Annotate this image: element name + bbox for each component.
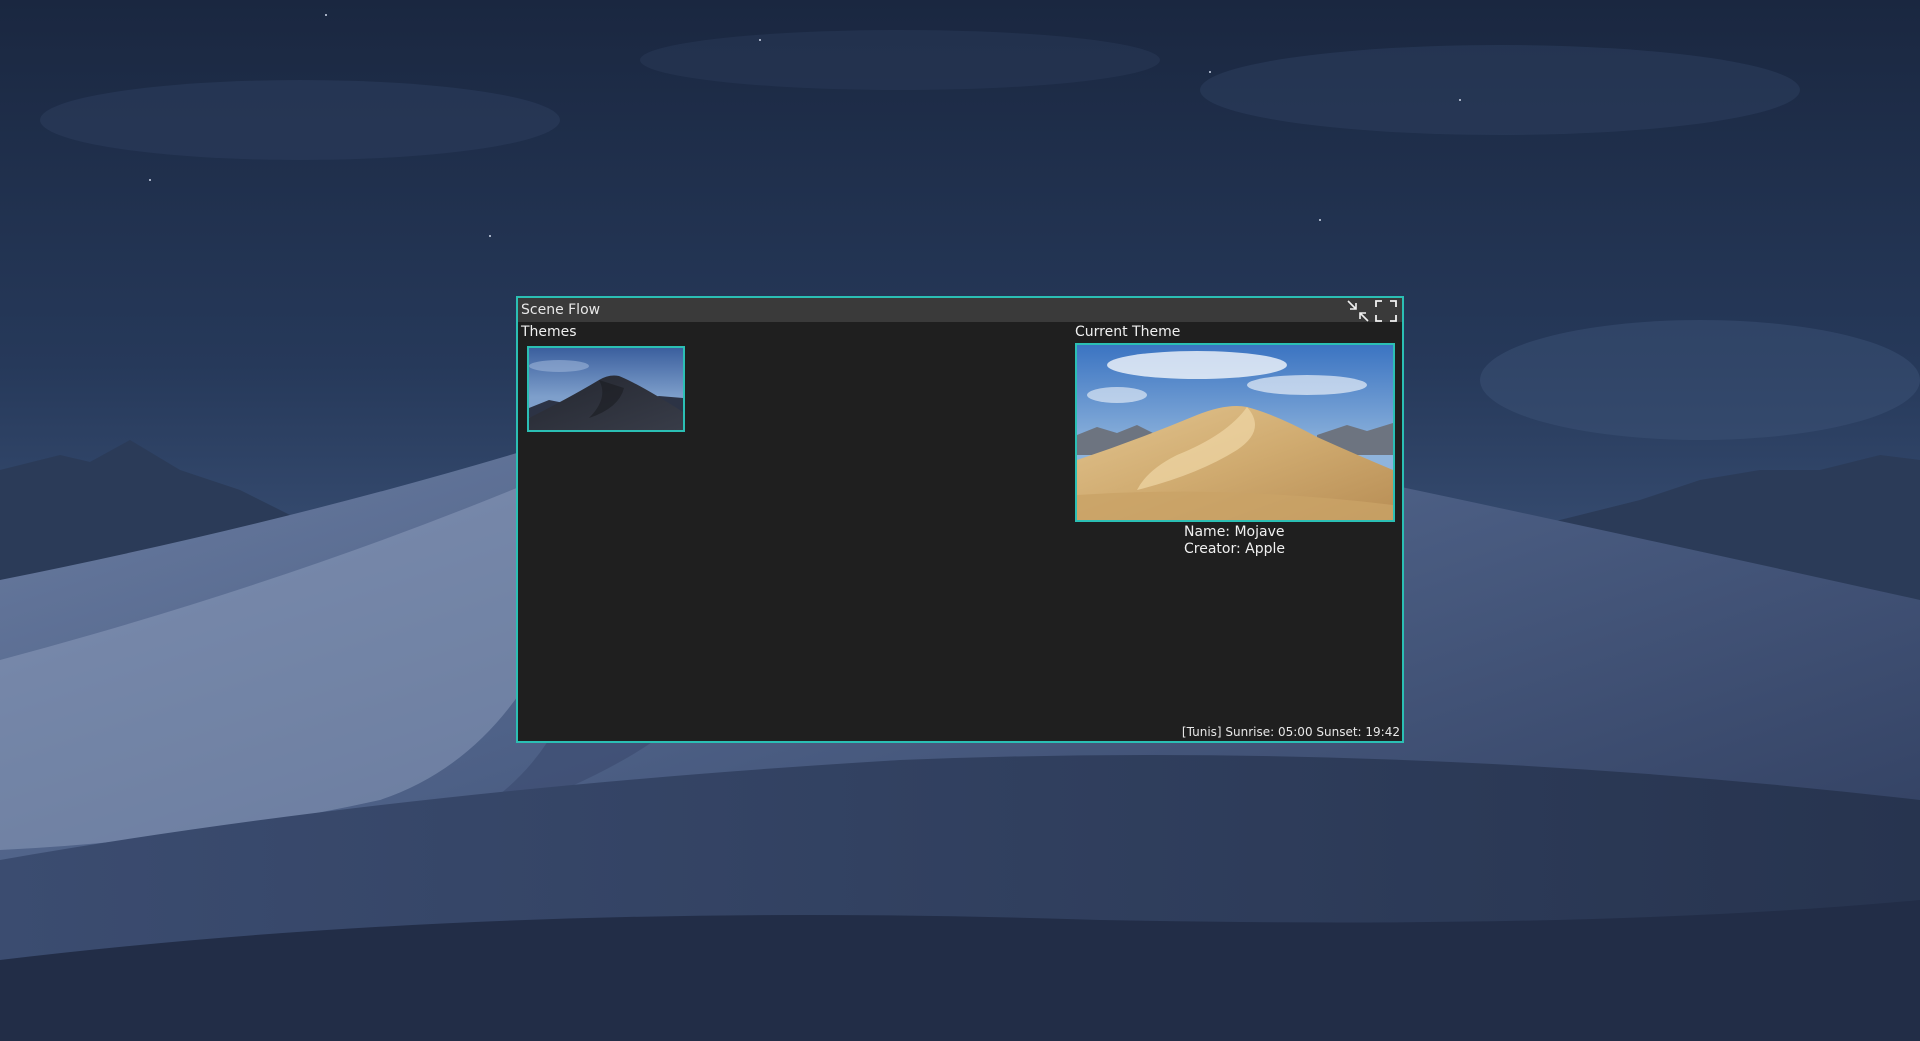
- title-bar[interactable]: Scene Flow: [518, 298, 1402, 322]
- fullscreen-icon: [1375, 300, 1397, 322]
- theme-name: Name: Mojave: [1184, 524, 1285, 540]
- collapse-arrows-icon: [1347, 300, 1369, 322]
- minimize-button[interactable]: [1346, 299, 1370, 323]
- current-theme-heading: Current Theme: [1075, 324, 1181, 340]
- theme-thumbnail-mojave[interactable]: [527, 346, 685, 432]
- maximize-button[interactable]: [1374, 299, 1398, 323]
- mojave-day-preview: [1077, 345, 1393, 520]
- mojave-night-thumbnail: [529, 348, 683, 430]
- scene-flow-window: Scene Flow Themes Current Theme Name: Mo…: [516, 296, 1404, 743]
- themes-heading: Themes: [521, 324, 577, 340]
- window-title: Scene Flow: [521, 302, 601, 318]
- sun-times-status: [Tunis] Sunrise: 05:00 Sunset: 19:42: [1181, 725, 1400, 739]
- theme-creator: Creator: Apple: [1184, 541, 1286, 557]
- current-theme-preview: [1075, 343, 1395, 522]
- current-theme-info: Name: Mojave Creator: Apple: [1075, 524, 1395, 558]
